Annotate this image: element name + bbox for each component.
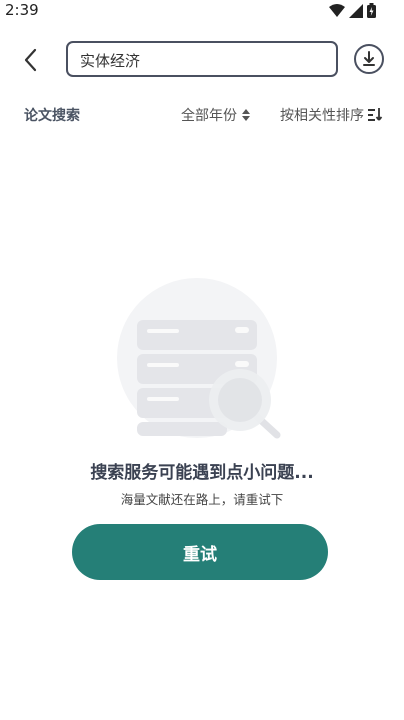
filter-bar: 论文搜索 全部年份 按相关性排序 bbox=[0, 103, 404, 127]
status-icons bbox=[329, 3, 376, 18]
download-button[interactable] bbox=[354, 44, 384, 74]
error-subtitle: 海量文献还在路上，请重试下 bbox=[120, 492, 284, 507]
sort-toggle-icon bbox=[242, 109, 250, 121]
search-input[interactable] bbox=[80, 49, 320, 71]
status-time: 2:39 bbox=[5, 1, 39, 19]
server-error-illustration bbox=[117, 278, 281, 439]
filter-title: 论文搜索 bbox=[24, 108, 80, 124]
search-box[interactable] bbox=[66, 41, 338, 77]
download-icon bbox=[363, 51, 375, 66]
sort-icon bbox=[368, 108, 383, 121]
wifi-icon bbox=[329, 3, 345, 17]
retry-button[interactable]: 重试 bbox=[72, 524, 328, 580]
status-bar: 2:39 bbox=[0, 0, 404, 22]
sort-filter-label: 按相关性排序 bbox=[280, 108, 364, 124]
signal-icon bbox=[349, 3, 363, 18]
year-filter-label: 全部年份 bbox=[181, 108, 237, 124]
back-button[interactable] bbox=[18, 46, 46, 74]
sort-filter[interactable]: 按相关性排序 bbox=[280, 105, 384, 125]
top-bar bbox=[0, 40, 404, 80]
battery-icon bbox=[367, 3, 376, 18]
error-title: 搜索服务可能遇到点小问题... bbox=[90, 463, 314, 483]
back-icon bbox=[24, 48, 37, 72]
year-filter[interactable]: 全部年份 bbox=[181, 105, 250, 125]
